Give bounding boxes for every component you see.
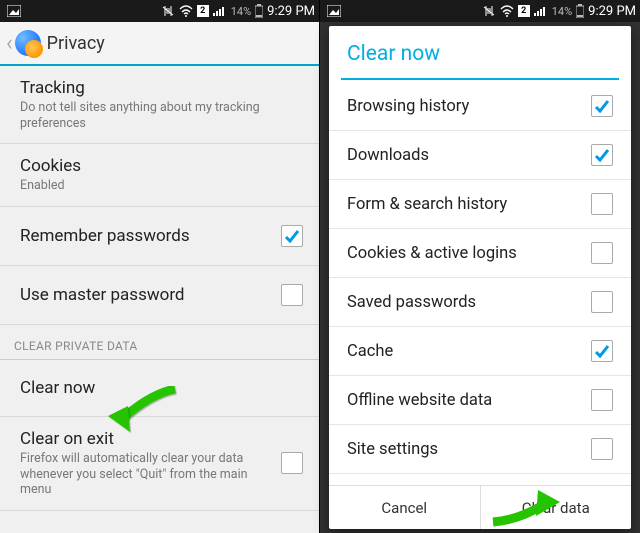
setting-remember-passwords[interactable]: Remember passwords	[0, 207, 319, 266]
sim-badge: 2	[197, 5, 209, 17]
wifi-icon	[500, 5, 514, 17]
status-clock: 9:29 PM	[267, 4, 315, 19]
back-chevron-icon[interactable]: ‹	[6, 31, 13, 56]
wifi-icon	[179, 5, 193, 17]
clear-data-button[interactable]: Clear data	[481, 486, 632, 529]
action-bar: ‹ Privacy	[0, 22, 319, 66]
setting-subtitle: Firefox will automatically clear your da…	[20, 451, 281, 498]
setting-master-password[interactable]: Use master password	[0, 266, 319, 325]
status-clock: 9:29 PM	[588, 4, 636, 19]
vibrate-icon	[161, 5, 175, 17]
setting-clear-on-exit[interactable]: Clear on exit Firefox will automatically…	[0, 417, 319, 511]
screen-clear-now-dialog: 2 14% 9:29 PM Clear now Browsing history…	[320, 0, 640, 533]
dialog-option-checkbox[interactable]	[591, 144, 613, 166]
dialog-option-checkbox[interactable]	[591, 389, 613, 411]
dialog-clear-now: Clear now Browsing history Downloads Form …	[329, 26, 631, 529]
dialog-option-row[interactable]: Site settings	[329, 425, 631, 474]
dialog-option-row[interactable]: Cache	[329, 327, 631, 376]
dialog-option-checkbox[interactable]	[591, 193, 613, 215]
dialog-option-row[interactable]: Form & search history	[329, 180, 631, 229]
status-bar: 2 14% 9:29 PM	[0, 0, 319, 22]
dialog-option-label: Form & search history	[347, 195, 591, 214]
signal-icon	[213, 5, 227, 17]
setting-title: Clear now	[20, 378, 303, 398]
dialog-option-row[interactable]: Downloads	[329, 131, 631, 180]
actionbar-title: Privacy	[47, 33, 105, 54]
dialog-option-label: Cache	[347, 342, 591, 361]
dialog-option-label: Downloads	[347, 146, 591, 165]
setting-title: Cookies	[20, 156, 303, 176]
setting-title: Remember passwords	[20, 226, 281, 246]
dialog-option-row[interactable]: Saved passwords	[329, 278, 631, 327]
checkbox-clear-on-exit[interactable]	[281, 452, 303, 474]
setting-tracking[interactable]: Tracking Do not tell sites anything abou…	[0, 66, 319, 144]
sim-badge: 2	[518, 5, 530, 17]
dialog-option-label: Browsing history	[347, 97, 591, 116]
dialog-option-label: Offline website data	[347, 391, 591, 410]
battery-icon	[255, 4, 263, 18]
setting-title: Clear on exit	[20, 429, 281, 449]
checkbox-master-password[interactable]	[281, 284, 303, 306]
dialog-option-row[interactable]: Browsing history	[329, 82, 631, 131]
image-icon	[4, 5, 24, 17]
signal-icon	[534, 5, 548, 17]
status-bar: 2 14% 9:29 PM	[320, 0, 640, 22]
image-icon	[324, 5, 344, 17]
battery-percent: 14%	[552, 5, 572, 18]
battery-icon	[576, 4, 584, 18]
dialog-option-label: Cookies & active logins	[347, 244, 591, 263]
setting-clear-now[interactable]: Clear now	[0, 360, 319, 417]
firefox-logo-icon	[15, 30, 41, 56]
dialog-button-bar: Cancel Clear data	[329, 485, 631, 529]
dialog-title: Clear now	[329, 26, 631, 78]
dialog-option-checkbox[interactable]	[591, 291, 613, 313]
section-header-clear-private-data: CLEAR PRIVATE DATA	[0, 325, 319, 360]
setting-title: Tracking	[20, 78, 303, 98]
battery-percent: 14%	[231, 5, 251, 18]
dialog-option-label: Site settings	[347, 440, 591, 459]
settings-list: Tracking Do not tell sites anything abou…	[0, 66, 319, 533]
setting-cookies[interactable]: Cookies Enabled	[0, 144, 319, 207]
setting-subtitle: Enabled	[20, 178, 303, 194]
setting-subtitle: Do not tell sites anything about my trac…	[20, 100, 303, 131]
dialog-option-checkbox[interactable]	[591, 340, 613, 362]
checkbox-remember-passwords[interactable]	[281, 225, 303, 247]
screen-privacy-settings: 2 14% 9:29 PM ‹ Privacy Tracking Do not …	[0, 0, 320, 533]
dialog-option-label: Saved passwords	[347, 293, 591, 312]
dialog-option-checkbox[interactable]	[591, 95, 613, 117]
dialog-option-checkbox[interactable]	[591, 438, 613, 460]
dialog-divider	[341, 78, 619, 80]
cancel-button[interactable]: Cancel	[329, 486, 481, 529]
dialog-options-list: Browsing history Downloads Form & search h…	[329, 82, 631, 485]
vibrate-icon	[482, 5, 496, 17]
dialog-option-row[interactable]: Offline website data	[329, 376, 631, 425]
setting-title: Use master password	[20, 285, 281, 305]
dialog-option-row[interactable]: Cookies & active logins	[329, 229, 631, 278]
dialog-option-checkbox[interactable]	[591, 242, 613, 264]
